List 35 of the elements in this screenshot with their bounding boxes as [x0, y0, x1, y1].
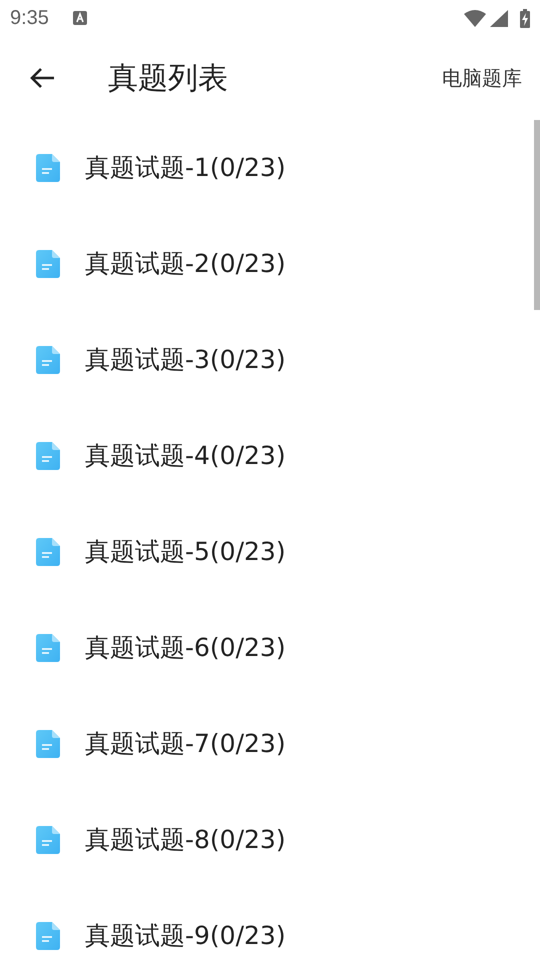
exam-title: 真题试题-7(0/23) — [85, 728, 286, 760]
exam-list-item[interactable]: 真题试题-7(0/23) — [0, 696, 532, 792]
computer-question-bank-link[interactable]: 电脑题库 — [442, 63, 522, 93]
wifi-icon — [464, 10, 486, 26]
document-icon — [36, 154, 60, 182]
exam-title: 真题试题-6(0/23) — [85, 632, 286, 664]
battery-icon — [520, 8, 530, 28]
exam-list-item[interactable]: 真题试题-9(0/23) — [0, 888, 532, 960]
document-icon — [36, 826, 60, 854]
exam-list-item[interactable]: 真题试题-4(0/23) — [0, 408, 532, 504]
exam-title: 真题试题-4(0/23) — [85, 440, 286, 472]
exam-list-item[interactable]: 真题试题-1(0/23) — [0, 120, 532, 216]
status-time: 9:35 — [10, 6, 49, 31]
signal-icon — [490, 10, 508, 26]
page-title: 真题列表 — [108, 60, 228, 98]
exam-list-item[interactable]: 真题试题-5(0/23) — [0, 504, 532, 600]
exam-title: 真题试题-3(0/23) — [85, 344, 286, 376]
exam-title: 真题试题-2(0/23) — [85, 248, 286, 280]
exam-list-item[interactable]: 真题试题-3(0/23) — [0, 312, 532, 408]
exam-title: 真题试题-9(0/23) — [85, 920, 286, 952]
document-icon — [36, 442, 60, 470]
back-arrow-icon — [29, 67, 55, 89]
exam-list-item[interactable]: 真题试题-6(0/23) — [0, 600, 532, 696]
document-icon — [36, 538, 60, 566]
document-icon — [36, 922, 60, 950]
exam-title: 真题试题-1(0/23) — [85, 152, 286, 184]
exam-title: 真题试题-8(0/23) — [85, 824, 286, 856]
exam-list-item[interactable]: 真题试题-8(0/23) — [0, 792, 532, 888]
document-icon — [36, 346, 60, 374]
notification-icon — [72, 11, 87, 25]
exam-title: 真题试题-5(0/23) — [85, 536, 286, 568]
document-icon — [36, 634, 60, 662]
document-icon — [36, 730, 60, 758]
document-icon — [36, 250, 60, 278]
exam-list-item[interactable]: 真题试题-2(0/23) — [0, 216, 532, 312]
